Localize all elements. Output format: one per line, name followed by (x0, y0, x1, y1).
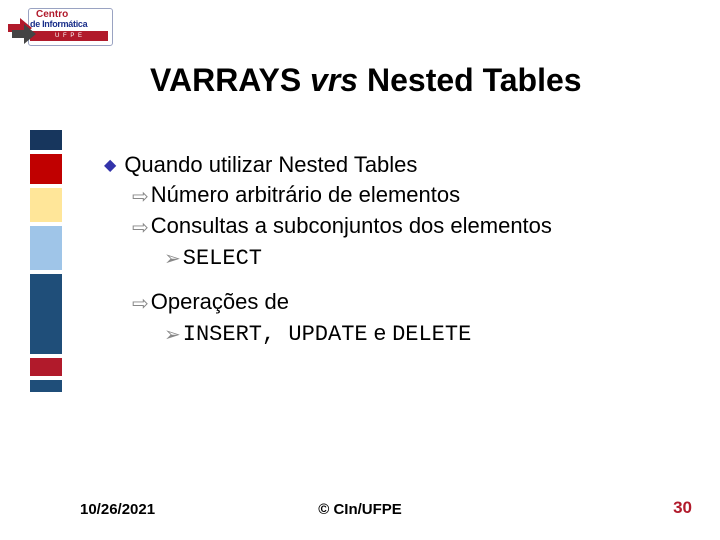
slide-body: ◆Quando utilizar Nested Tables ⇨Número a… (104, 150, 684, 350)
deco-square (30, 226, 62, 270)
title-part1: VARRAYS (150, 62, 310, 98)
bullet-level3: ➢INSERT, UPDATE e DELETE (164, 318, 684, 350)
arrow-bullet-icon: ⇨ (132, 186, 149, 208)
logo-arrows-icon (6, 12, 40, 46)
logo: Centro de Informática U F P E (6, 6, 116, 50)
deco-square (30, 358, 62, 376)
text-l3b-update: UPDATE (288, 322, 367, 347)
deco-square (30, 130, 62, 150)
slide: Centro de Informática U F P E VARRAYS vr… (0, 0, 720, 540)
text-l3b-e: e (368, 320, 392, 345)
text-l2b: Consultas a subconjuntos dos elementos (151, 213, 552, 238)
title-italic: vrs (310, 62, 358, 98)
chevron-bullet-icon: ➢ (164, 324, 181, 346)
deco-square (30, 188, 62, 222)
footer-page-number: 30 (673, 498, 692, 518)
deco-square (30, 154, 62, 184)
title-part2: Nested Tables (358, 62, 581, 98)
slide-title: VARRAYS vrs Nested Tables (150, 62, 690, 99)
text-l1: Quando utilizar Nested Tables (124, 152, 417, 177)
bullet-level2: ⇨Número arbitrário de elementos (132, 180, 684, 211)
logo-bar: U F P E (30, 31, 108, 41)
text-l3b-sep1: , (262, 322, 288, 347)
footer-copyright: © CIn/UFPE (0, 501, 720, 518)
text-l2c: Operações de (151, 289, 289, 314)
bullet-level2: ⇨Consultas a subconjuntos dos elementos (132, 211, 684, 242)
text-l3b-insert: INSERT (183, 322, 262, 347)
text-l2a: Número arbitrário de elementos (151, 182, 460, 207)
deco-square (30, 380, 62, 392)
bullet-level2: ⇨Operações de (132, 287, 684, 318)
deco-square (30, 274, 62, 354)
bullet-level3: ➢SELECT (164, 242, 684, 274)
arrow-bullet-icon: ⇨ (132, 217, 149, 239)
chevron-bullet-icon: ➢ (164, 248, 181, 270)
arrow-bullet-icon: ⇨ (132, 293, 149, 315)
diamond-bullet-icon: ◆ (104, 157, 116, 174)
text-l3a: SELECT (183, 246, 262, 271)
bullet-level1: ◆ Quando utilizar Nested Tables (104, 150, 684, 180)
text-l3b-delete: DELETE (392, 322, 471, 347)
side-decoration (30, 130, 62, 396)
